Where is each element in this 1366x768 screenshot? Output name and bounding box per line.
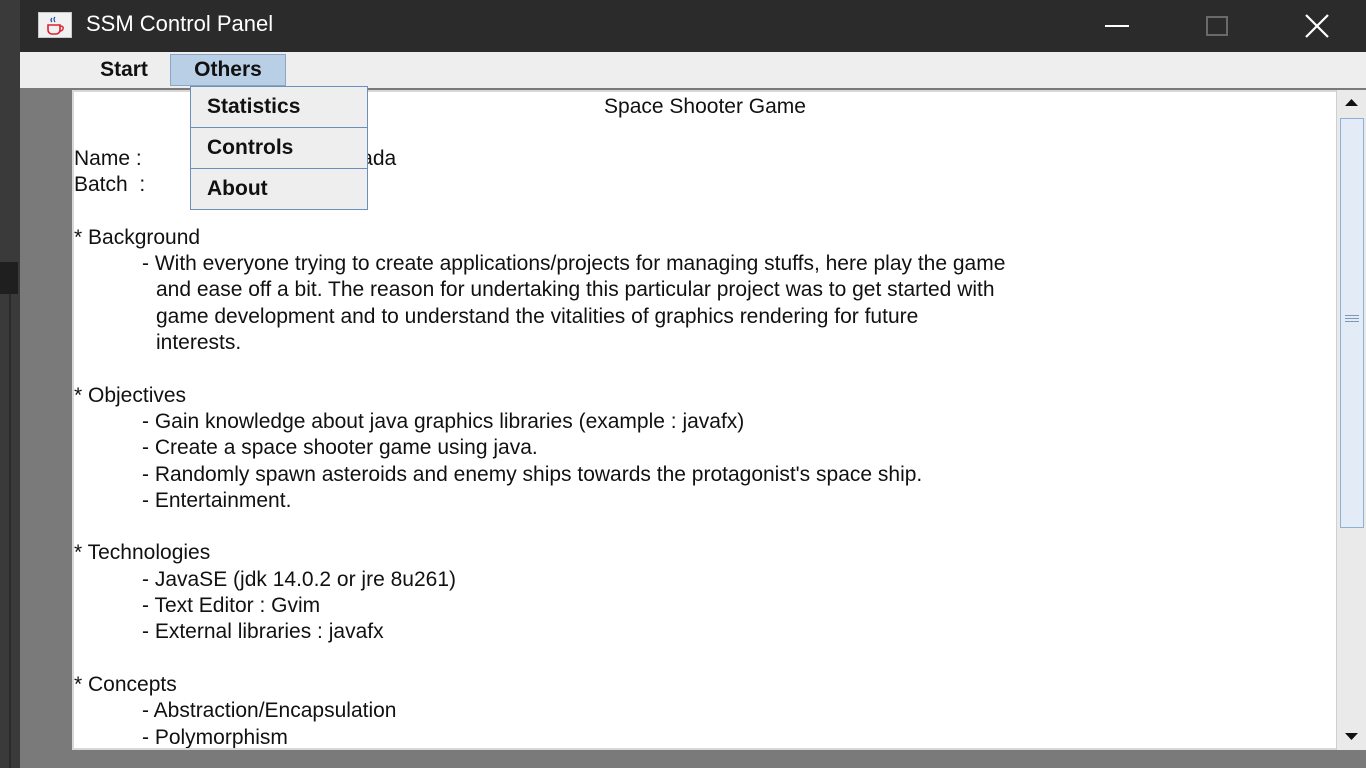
objectives-heading: * Objectives — [74, 383, 187, 407]
desktop-background — [0, 0, 20, 768]
close-button[interactable] — [1266, 0, 1366, 52]
background-text-line: game development and to understand the v… — [156, 304, 919, 328]
concept-item: - Polymorphism — [142, 725, 288, 749]
concepts-heading: * Concepts — [74, 672, 177, 696]
minimize-button[interactable] — [1066, 0, 1166, 52]
objective-item: - Gain knowledge about java graphics lib… — [142, 409, 745, 433]
desktop-edge-mark — [0, 262, 18, 294]
scrollbar-thumb[interactable] — [1340, 118, 1364, 528]
desktop-edge-line — [9, 294, 11, 768]
menu-start[interactable]: Start — [82, 54, 166, 86]
scroll-down-arrow-icon — [1345, 733, 1358, 740]
scroll-down-button[interactable] — [1337, 724, 1366, 750]
scroll-up-arrow-icon — [1345, 99, 1358, 106]
objective-item: - Create a space shooter game using java… — [142, 436, 538, 460]
scrollbar-grip — [1345, 313, 1359, 324]
technologies-heading: * Technologies — [74, 541, 211, 565]
objective-item: - Entertainment. — [142, 488, 292, 512]
ssm-control-panel-window: SSM Control Panel Start Others Space Sho… — [20, 0, 1366, 768]
background-text-line: interests. — [156, 331, 242, 355]
window-title: SSM Control Panel — [86, 11, 274, 36]
menu-item-controls[interactable]: Controls — [191, 128, 367, 169]
menu-others[interactable]: Others — [170, 54, 286, 86]
menu-item-statistics[interactable]: Statistics — [191, 87, 367, 128]
concept-item: - Abstraction/Encapsulation — [142, 699, 397, 723]
objective-item: - Randomly spawn asteroids and enemy shi… — [142, 462, 923, 486]
maximize-button[interactable] — [1166, 0, 1266, 52]
background-heading: * Background — [74, 225, 201, 249]
close-icon — [1305, 14, 1329, 38]
others-dropdown-menu: Statistics Controls About — [190, 86, 368, 210]
background-text-line: - With everyone trying to create applica… — [142, 252, 1006, 276]
menu-item-about[interactable]: About — [191, 169, 367, 210]
name-label: Name : — [74, 147, 142, 170]
menu-bar: Start Others — [20, 52, 1366, 88]
technology-item: - JavaSE (jdk 14.0.2 or jre 8u261) — [142, 567, 456, 591]
vertical-scrollbar[interactable] — [1336, 90, 1366, 750]
java-cup-icon[interactable] — [38, 12, 72, 38]
scroll-up-button[interactable] — [1337, 90, 1366, 116]
background-text-line: and ease off a bit. The reason for under… — [156, 278, 995, 302]
technology-item: - External libraries : javafx — [142, 620, 384, 644]
minimize-icon — [1105, 25, 1129, 27]
title-bar[interactable]: SSM Control Panel — [20, 0, 1366, 52]
maximize-icon — [1206, 16, 1228, 36]
technology-item: - Text Editor : Gvim — [142, 594, 321, 618]
